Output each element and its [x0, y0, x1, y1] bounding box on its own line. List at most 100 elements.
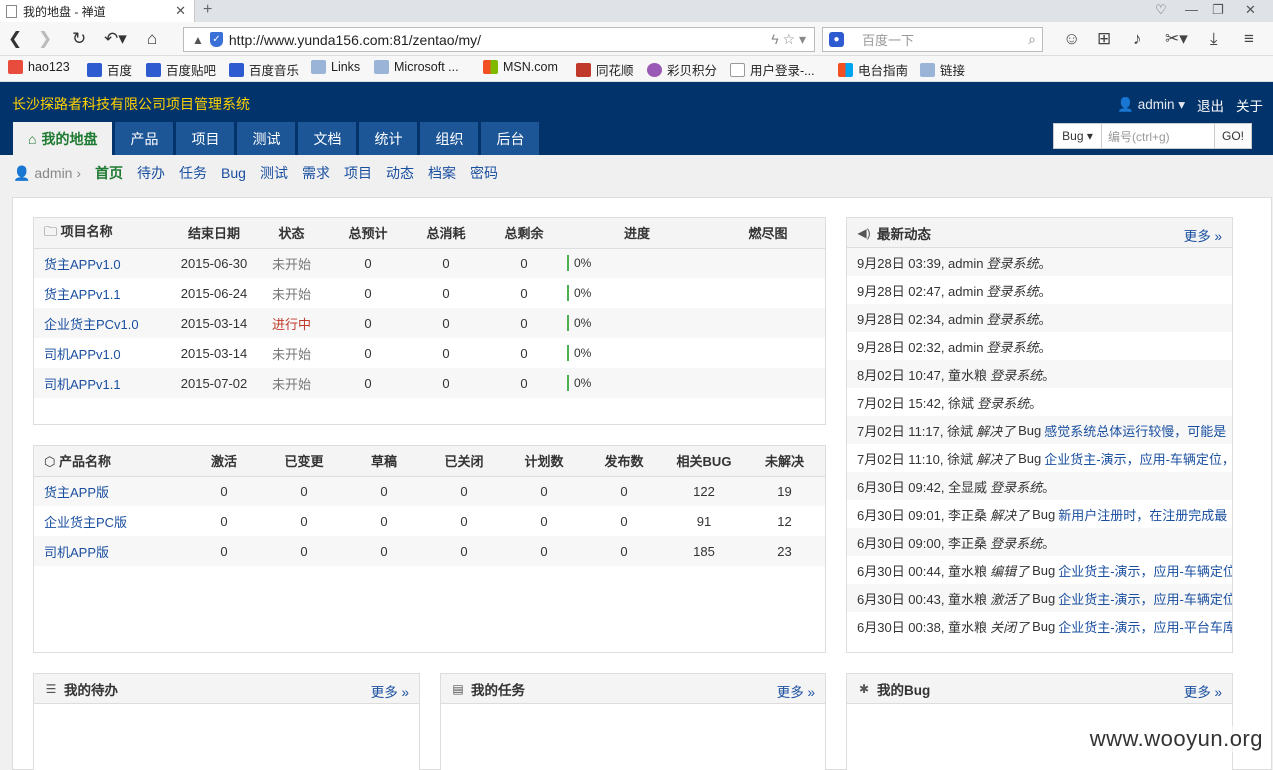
project-name-link[interactable]: 货主APPv1.1	[34, 278, 174, 308]
logout-link[interactable]: 退出	[1197, 95, 1224, 115]
bookmark-links[interactable]: Links	[311, 60, 360, 74]
estimate: 0	[329, 368, 407, 398]
nav-doc[interactable]: 文档	[298, 122, 357, 155]
close-window-icon[interactable]: ✕	[1245, 2, 1256, 18]
dynamic-target-link[interactable]: 企业货主-演示，应用-车辆定位	[1058, 589, 1232, 608]
dynamic-time-user: 7月02日 11:17, 徐斌	[857, 423, 974, 439]
burn-chart	[711, 308, 825, 338]
subnav-password[interactable]: 密码	[470, 163, 498, 183]
product-name-link[interactable]: 企业货主PC版	[34, 506, 184, 536]
project-name-link[interactable]: 司机APPv1.0	[34, 338, 174, 368]
cut-icon[interactable]: ✂▾	[1165, 29, 1188, 49]
product-name-link[interactable]: 司机APP版	[34, 536, 184, 566]
apps-icon[interactable]: ⊞	[1097, 29, 1111, 49]
nav-project[interactable]: 项目	[176, 122, 235, 155]
new-tab-icon[interactable]: +	[203, 1, 212, 19]
url-actions-icon[interactable]: ϟ ☆ ▾	[771, 31, 806, 48]
bookmark-microsoft[interactable]: Microsoft ...	[374, 60, 459, 74]
jump-id-input[interactable]: 编号(ctrl+g)	[1102, 123, 1215, 149]
sound-icon[interactable]: ♪	[1133, 29, 1142, 49]
dynamic-time-user: 9月28日 02:47, admin	[857, 283, 984, 299]
bug-title: 我的Bug	[877, 682, 931, 698]
todo-more-link[interactable]: 更多 »	[371, 681, 409, 701]
col-status: 状态	[254, 218, 329, 249]
menu-icon[interactable]: ≡	[1244, 29, 1254, 49]
bookmark-hao123[interactable]: hao123	[8, 60, 70, 74]
chat-icon[interactable]: ☺	[1063, 29, 1080, 49]
dynamic-object-type: Bug	[1018, 422, 1042, 438]
bookmark-radio[interactable]: 电台指南	[838, 60, 908, 79]
bookmark-user-login[interactable]: 用户登录-...	[730, 60, 815, 79]
dynamic-target-link[interactable]: 企业货主-演示，应用-平台车库	[1058, 617, 1232, 636]
back-icon[interactable]: ❮	[8, 30, 22, 48]
nav-company[interactable]: 组织	[420, 122, 479, 155]
progress-bar	[567, 375, 569, 391]
task-more-link[interactable]: 更多 »	[777, 681, 815, 701]
end-date: 2015-06-24	[180, 285, 248, 301]
jump-type-select[interactable]: Bug ▾	[1053, 123, 1102, 149]
bug-more-link[interactable]: 更多 »	[1184, 681, 1222, 701]
col-changed: 已变更	[264, 446, 344, 477]
dynamic-more-link[interactable]: 更多 »	[1184, 225, 1222, 245]
search-box[interactable]: ● 百度一下 ⌕	[822, 27, 1043, 52]
user-bar: 👤 admin ▾ 退出 关于	[1117, 95, 1263, 115]
project-name-link[interactable]: 司机APPv1.1	[34, 368, 174, 398]
go-button[interactable]: GO!	[1215, 123, 1252, 149]
download-icon[interactable]: ⤓	[1210, 29, 1218, 49]
subnav-project[interactable]: 项目	[344, 163, 372, 183]
address-bar[interactable]: ▲ ✓ http://www.yunda156.com:81/zentao/my…	[183, 27, 815, 52]
home-icon: ⌂	[28, 130, 37, 147]
close-tab-icon[interactable]: ✕	[175, 3, 186, 19]
bookmark-baidu[interactable]: 百度	[87, 60, 132, 79]
nav-qa[interactable]: 测试	[237, 122, 296, 155]
search-icon[interactable]: ⌕	[1028, 31, 1036, 48]
subnav-story[interactable]: 需求	[302, 163, 330, 183]
list-item: 7月02日 11:17, 徐斌 解决了 Bug 感觉系统总体运行较慢，可能是	[847, 416, 1232, 444]
forward-icon[interactable]: ❯	[38, 30, 52, 48]
subnav-bug[interactable]: Bug	[221, 165, 246, 181]
product-name-link[interactable]: 货主APP版	[34, 476, 184, 506]
nav-product[interactable]: 产品	[115, 122, 174, 155]
bookmark-caibei[interactable]: 彩贝积分	[647, 60, 717, 79]
bookmark-tieba[interactable]: 百度贴吧	[146, 60, 216, 79]
dynamic-action: 关闭了	[990, 619, 1030, 635]
subnav-dynamic[interactable]: 动态	[386, 163, 414, 183]
dynamic-object-type: Bug	[1032, 590, 1056, 606]
minimize-icon[interactable]: —	[1185, 2, 1198, 17]
undo-close-icon[interactable]: ↶▾	[104, 30, 127, 48]
col-estimate: 总预计	[329, 218, 407, 249]
bookmark-links-folder[interactable]: 链接	[920, 60, 965, 79]
bookmark-music[interactable]: 百度音乐	[229, 60, 299, 79]
dynamic-end: 。	[1042, 367, 1056, 383]
nav-report[interactable]: 统计	[359, 122, 418, 155]
table-row: 货主APPv1.1 2015-06-24 未开始 0 0 0 0%	[34, 278, 825, 308]
subnav-profile[interactable]: 档案	[428, 163, 456, 183]
subnav-testtask[interactable]: 测试	[260, 163, 288, 183]
nav-admin[interactable]: 后台	[481, 122, 540, 155]
burn-chart	[711, 368, 825, 398]
project-name-link[interactable]: 货主APPv1.0	[34, 248, 174, 278]
dynamic-time-user: 9月28日 03:39, admin	[857, 255, 984, 271]
shield-icon[interactable]: ✓	[209, 32, 223, 47]
nav-my[interactable]: ⌂ 我的地盘	[13, 122, 113, 155]
subnav-task[interactable]: 任务	[179, 163, 207, 183]
skin-icon[interactable]: ♡	[1155, 2, 1167, 18]
project-name-link[interactable]: 企业货主PCv1.0	[34, 308, 174, 338]
user-menu[interactable]: 👤 admin ▾	[1117, 97, 1185, 113]
col-active: 激活	[184, 446, 264, 477]
bookmark-msn[interactable]: MSN.com	[483, 60, 558, 74]
restore-icon[interactable]: ❐	[1212, 2, 1224, 18]
bookmark-tonghuashun[interactable]: 同花顺	[576, 60, 634, 79]
dynamic-target-link[interactable]: 感觉系统总体运行较慢，可能是	[1044, 421, 1226, 440]
home-icon[interactable]: ⌂	[147, 30, 157, 48]
about-link[interactable]: 关于	[1236, 95, 1263, 115]
dynamic-target-link[interactable]: 企业货主-演示，应用-车辆定位，	[1044, 449, 1232, 468]
browser-tab[interactable]: 我的地盘 - 禅道 ✕	[0, 0, 195, 22]
baidu-icon[interactable]: ●	[829, 32, 844, 47]
dynamic-target-link[interactable]: 企业货主-演示，应用-车辆定位	[1058, 561, 1232, 580]
reload-icon[interactable]: ↻	[72, 30, 86, 48]
dynamic-target-link[interactable]: 新用户注册时，在注册完成最	[1058, 505, 1227, 524]
site-info-icon[interactable]: ▲	[192, 33, 204, 47]
subnav-todo[interactable]: 待办	[137, 163, 165, 183]
subnav-home[interactable]: 首页	[95, 163, 123, 183]
